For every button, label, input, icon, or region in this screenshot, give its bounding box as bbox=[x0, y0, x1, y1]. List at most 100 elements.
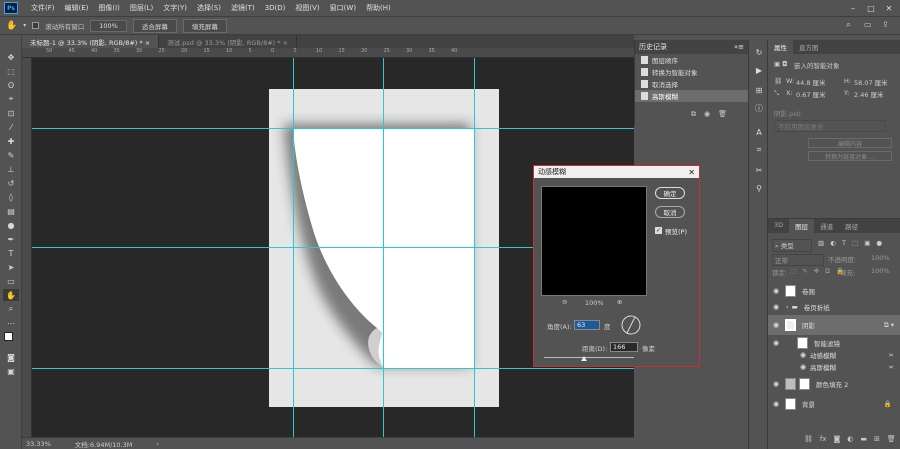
brush-settings-icon[interactable]: ⚲ bbox=[753, 182, 765, 194]
layer-filter-icons[interactable]: ▨ ◐ T ⬚ ▣ ● bbox=[818, 239, 884, 247]
panel-menu-icon[interactable]: »≡ bbox=[734, 43, 744, 51]
history-item-selected[interactable]: 高斯模糊 bbox=[635, 90, 748, 102]
foreground-color-swatch[interactable] bbox=[4, 332, 13, 341]
character-panel-icon[interactable]: A bbox=[753, 126, 765, 138]
adjustment-layer-icon[interactable]: ◐ bbox=[847, 435, 853, 443]
tab-histogram[interactable]: 直方图 bbox=[793, 40, 825, 54]
marquee-tool-icon[interactable]: ⬚ bbox=[3, 65, 19, 77]
menu-layer[interactable]: 图层(L) bbox=[125, 3, 158, 13]
height-field[interactable]: 58.07 厘米 bbox=[854, 77, 888, 87]
layer-row[interactable]: ◉ 背景 🔒 bbox=[768, 395, 900, 413]
zoom-tool-icon[interactable]: ⌕ bbox=[3, 303, 19, 315]
new-group-icon[interactable]: ▬ bbox=[860, 435, 867, 443]
lock-icons[interactable]: ⬚ ✎ ✥ ⧉ 🔒 bbox=[790, 267, 846, 276]
gradient-tool-icon[interactable]: ▤ bbox=[3, 205, 19, 217]
filter-preview[interactable] bbox=[541, 186, 647, 296]
eyedropper-tool-icon[interactable]: ⁄ bbox=[3, 121, 19, 133]
actions-panel-icon[interactable]: ▶ bbox=[753, 64, 765, 76]
x-field[interactable]: 0.67 厘米 bbox=[796, 89, 826, 99]
trash-icon[interactable]: 🗑 bbox=[887, 435, 896, 443]
zoom-100-button[interactable]: 100% bbox=[90, 19, 127, 32]
close-tab-icon[interactable]: × bbox=[283, 39, 288, 47]
menu-filter[interactable]: 滤镜(T) bbox=[226, 3, 260, 13]
eye-icon[interactable]: ◉ bbox=[771, 303, 781, 311]
rectangle-tool-icon[interactable]: ▭ bbox=[3, 275, 19, 287]
quick-select-tool-icon[interactable]: ⌖ bbox=[3, 93, 19, 105]
tab-channels[interactable]: 通道 bbox=[814, 219, 839, 233]
link-icon[interactable]: ⛓ bbox=[774, 77, 782, 85]
lasso-tool-icon[interactable]: ʘ bbox=[3, 79, 19, 91]
edit-contents-button[interactable]: 编辑内容 bbox=[808, 138, 892, 148]
layer-row[interactable]: ◉ 卷翘 bbox=[768, 283, 900, 299]
angle-dial[interactable] bbox=[621, 315, 641, 335]
guide-line[interactable] bbox=[383, 58, 384, 437]
filter-options-icon[interactable]: ≍ bbox=[889, 363, 894, 371]
zoom-in-icon[interactable]: ⊕ bbox=[617, 298, 622, 306]
y-field[interactable]: 2.46 厘米 bbox=[854, 89, 884, 99]
menu-select[interactable]: 选择(S) bbox=[192, 3, 226, 13]
menu-file[interactable]: 文件(F) bbox=[26, 3, 60, 13]
angle-input[interactable]: 63 bbox=[574, 320, 600, 330]
quick-mask-icon[interactable]: ◙ bbox=[3, 351, 19, 363]
filter-row[interactable]: ◉ 高斯模糊 ≍ bbox=[768, 361, 900, 373]
history-item[interactable]: 图层顺序 bbox=[635, 54, 748, 66]
history-item[interactable]: 转换为智能对象 bbox=[635, 66, 748, 78]
tool-preset-dropdown-icon[interactable]: ▾ bbox=[23, 22, 26, 29]
scroll-all-checkbox[interactable] bbox=[32, 22, 40, 29]
new-layer-icon[interactable]: ⊞ bbox=[874, 435, 880, 443]
menu-type[interactable]: 文字(Y) bbox=[158, 3, 192, 13]
tab-properties[interactable]: 属性 bbox=[768, 40, 793, 54]
workspace-icon[interactable]: ▭ bbox=[864, 20, 872, 29]
preview-checkbox[interactable]: ✓ bbox=[655, 227, 662, 234]
snapshot-icon[interactable]: ◉ bbox=[704, 110, 710, 119]
menu-help[interactable]: 帮助(H) bbox=[361, 3, 396, 13]
layer-row-selected[interactable]: ◉ 阴影 ⧉ ▾ bbox=[768, 315, 900, 335]
zoom-out-icon[interactable]: ⊖ bbox=[562, 298, 567, 306]
close-window-icon[interactable]: ✕ bbox=[880, 0, 898, 16]
cancel-button[interactable]: 取消 bbox=[655, 206, 685, 218]
opacity-field[interactable]: 100% bbox=[871, 254, 890, 262]
guide-line[interactable] bbox=[32, 368, 634, 369]
guide-line[interactable] bbox=[293, 58, 294, 437]
search-icon[interactable]: ⌕ bbox=[846, 20, 851, 30]
eraser-tool-icon[interactable]: ◊ bbox=[3, 191, 19, 203]
filter-options-icon[interactable]: ≍ bbox=[889, 351, 894, 359]
info-panel-icon[interactable]: ⓘ bbox=[753, 102, 765, 114]
close-icon[interactable]: ✕ bbox=[688, 168, 695, 177]
hand-tool-icon[interactable]: ✋ bbox=[6, 21, 17, 31]
chevron-right-icon[interactable]: › bbox=[786, 303, 789, 311]
history-panel-icon[interactable]: ↻ bbox=[753, 46, 765, 58]
add-mask-icon[interactable]: ◙ bbox=[834, 435, 841, 443]
layer-comp-select[interactable]: 不应用图层复合 bbox=[774, 120, 886, 132]
fill-field[interactable]: 100% bbox=[871, 267, 890, 275]
stamp-tool-icon[interactable]: ⊥ bbox=[3, 163, 19, 175]
dodge-tool-icon[interactable]: ● bbox=[3, 219, 19, 231]
filter-kind-select[interactable]: ⌕ 类型 bbox=[772, 239, 812, 252]
eye-icon[interactable]: ◉ bbox=[771, 339, 781, 347]
more-tools-icon[interactable]: ⋯ bbox=[3, 317, 19, 329]
eye-icon[interactable]: ◉ bbox=[771, 400, 781, 408]
ok-button[interactable]: 确定 bbox=[655, 187, 685, 199]
blend-mode-select[interactable]: 正常 bbox=[772, 254, 824, 266]
hand-tool-icon[interactable]: ✋ bbox=[3, 289, 19, 301]
tab-paths[interactable]: 路径 bbox=[839, 219, 864, 233]
crop-tool-icon[interactable]: ⊡ bbox=[3, 107, 19, 119]
fit-screen-button[interactable]: 适合屏幕 bbox=[132, 18, 177, 33]
type-tool-icon[interactable]: T bbox=[3, 247, 19, 259]
trash-icon[interactable]: 🗑 bbox=[718, 110, 727, 119]
convert-to-linked-button[interactable]: 转换为链接对象 ... bbox=[808, 151, 892, 161]
menu-image[interactable]: 图像(I) bbox=[93, 3, 125, 13]
distance-input[interactable]: 166 bbox=[610, 342, 638, 352]
fill-screen-button[interactable]: 填充屏幕 bbox=[182, 18, 227, 33]
layer-row[interactable]: ◉ › ▬ 卷页折纸 bbox=[768, 299, 900, 315]
healing-tool-icon[interactable]: ✚ bbox=[3, 135, 19, 147]
status-arrow-icon[interactable]: › bbox=[156, 440, 159, 448]
distance-slider-track[interactable] bbox=[544, 357, 634, 358]
eye-icon[interactable]: ◉ bbox=[771, 321, 781, 329]
tool-presets-icon[interactable]: ✂ bbox=[753, 164, 765, 176]
path-select-tool-icon[interactable]: ➤ bbox=[3, 261, 19, 273]
share-icon[interactable]: ⇪ bbox=[882, 20, 889, 29]
history-brush-tool-icon[interactable]: ↺ bbox=[3, 177, 19, 189]
eye-icon[interactable]: ◉ bbox=[798, 363, 808, 371]
layer-row[interactable]: ◉ 颜色填充 2 bbox=[768, 375, 900, 393]
